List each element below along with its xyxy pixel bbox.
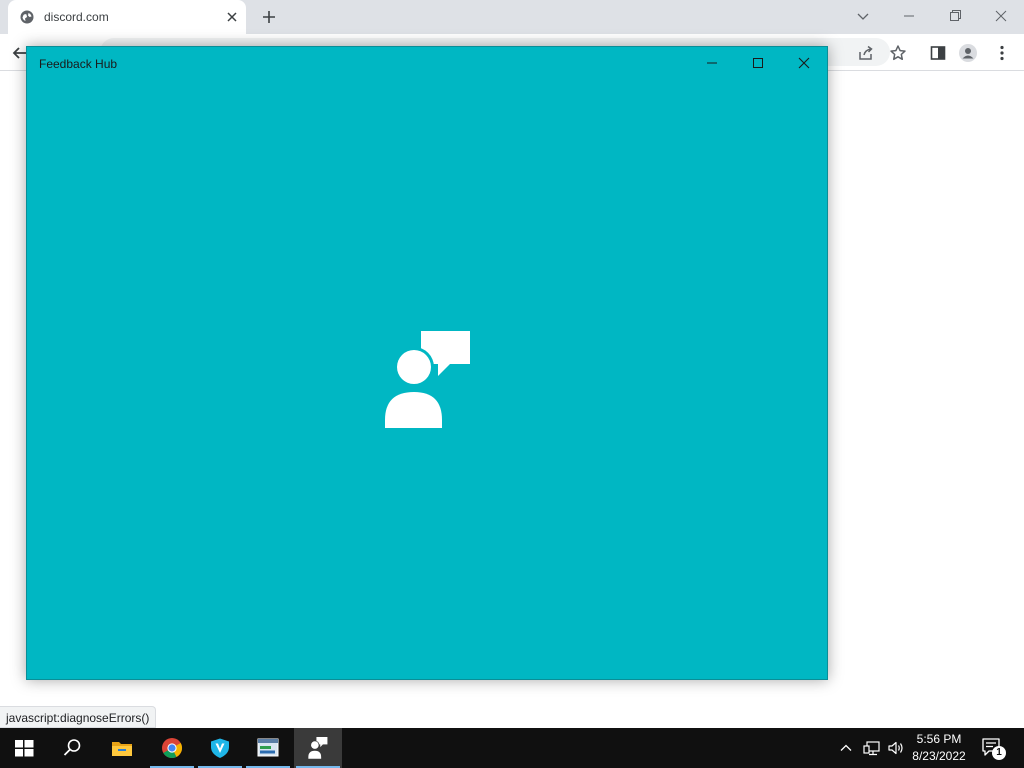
clock-time: 5:56 PM: [916, 732, 962, 746]
taskbar-feedback-hub[interactable]: [294, 728, 342, 768]
file-explorer-icon: [112, 742, 132, 756]
browser-tabstrip: discord.com: [0, 0, 1024, 34]
feedback-hub-icon: [308, 737, 328, 759]
start-button[interactable]: [0, 728, 48, 768]
vpn-shield-icon: [211, 738, 229, 758]
minimize-icon[interactable]: [898, 6, 920, 26]
browser-tab[interactable]: discord.com: [8, 0, 246, 34]
maximize-icon[interactable]: [745, 53, 771, 73]
minimize-icon[interactable]: [699, 53, 725, 73]
globe-icon: [20, 10, 34, 24]
show-hidden-icons-chevron-icon[interactable]: [836, 738, 856, 758]
taskbar-vpn[interactable]: [196, 728, 244, 768]
app-window-icon: [257, 738, 279, 757]
taskbar-app-window[interactable]: [244, 728, 292, 768]
taskbar-chrome[interactable]: [148, 728, 196, 768]
share-icon[interactable]: [856, 43, 876, 63]
link-status-bubble: javascript:diagnoseErrors(): [0, 706, 157, 728]
tab-title: discord.com: [44, 10, 109, 24]
taskbar-file-explorer[interactable]: [98, 728, 146, 768]
taskbar-search-button[interactable]: [48, 728, 96, 768]
person-feedback-icon: [385, 331, 470, 428]
clock-date: 8/23/2022: [912, 749, 966, 763]
chevron-down-icon[interactable]: [852, 6, 874, 26]
close-tab-icon[interactable]: [224, 9, 240, 25]
search-icon: [63, 739, 81, 756]
kebab-menu-icon[interactable]: [992, 43, 1012, 63]
new-tab-icon[interactable]: [260, 8, 278, 26]
notification-icon: [982, 738, 1006, 760]
profile-avatar-icon[interactable]: [958, 43, 978, 63]
taskbar: 5:56 PM 8/23/2022 1: [0, 728, 1024, 768]
action-center-button[interactable]: 1: [980, 736, 1008, 762]
notification-count-badge: 1: [996, 747, 1002, 758]
window-title: Feedback Hub: [39, 57, 118, 71]
chrome-icon: [162, 738, 183, 758]
taskbar-clock[interactable]: 5:56 PM 8/23/2022: [906, 731, 972, 765]
feedback-hub-window: Feedback Hub: [26, 46, 828, 680]
volume-icon[interactable]: [886, 738, 906, 758]
close-icon[interactable]: [791, 53, 817, 73]
close-icon[interactable]: [990, 6, 1012, 26]
bookmark-star-icon[interactable]: [888, 43, 908, 63]
restore-icon[interactable]: [944, 6, 966, 26]
network-icon[interactable]: [862, 738, 882, 758]
start-icon: [15, 740, 34, 757]
side-panel-icon[interactable]: [928, 43, 948, 63]
